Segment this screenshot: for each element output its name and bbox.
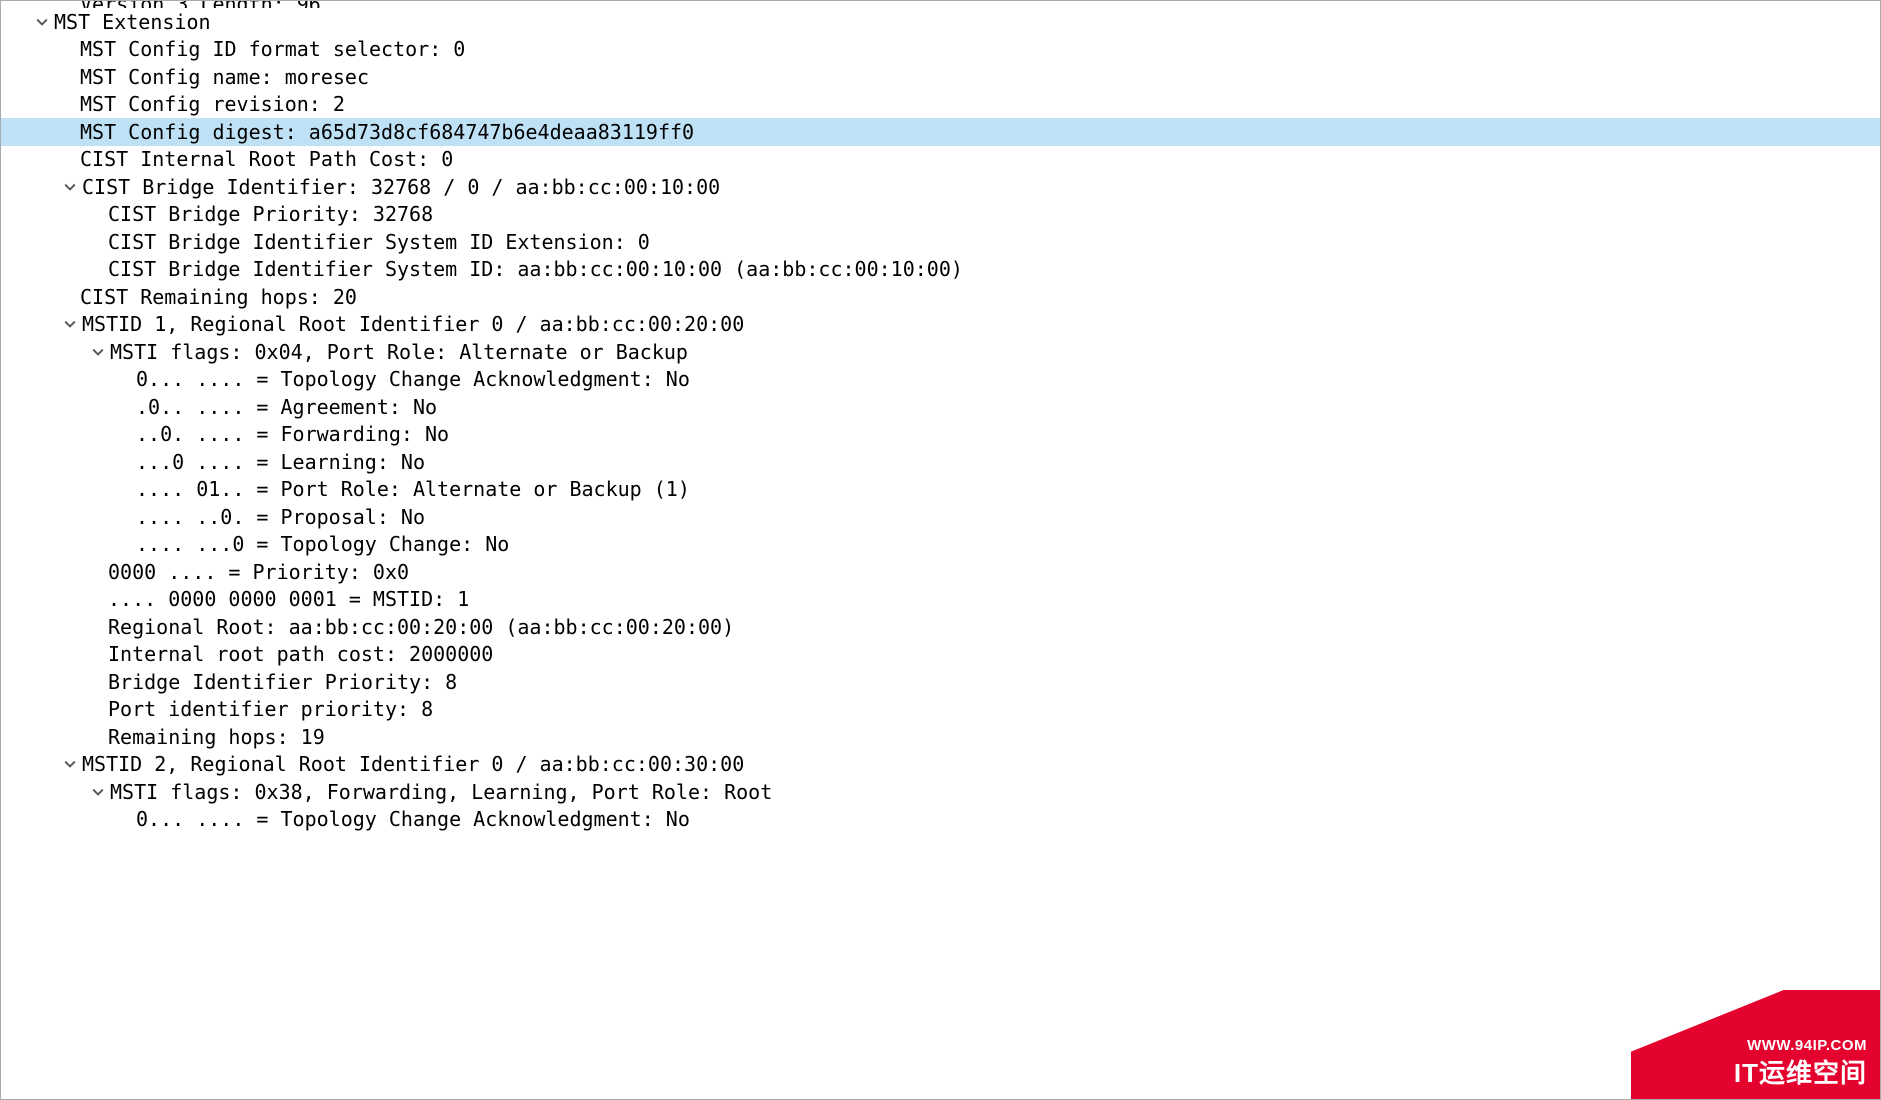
field-text: .... ..0. = Proposal: No bbox=[136, 505, 425, 529]
tree-field[interactable]: Version 3 Length: 96 bbox=[0, 0, 1881, 8]
tree-field-selected[interactable]: MST Config digest: a65d73d8cf684747b6e4d… bbox=[0, 118, 1881, 146]
chevron-down-icon[interactable] bbox=[90, 786, 106, 798]
field-text: ..0. .... = Forwarding: No bbox=[136, 422, 449, 446]
packet-details-tree: Version 3 Length: 96 MST Extension MST C… bbox=[0, 0, 1881, 1100]
field-text: ...0 .... = Learning: No bbox=[136, 450, 425, 474]
tree-field[interactable]: MST Config revision: 2 bbox=[0, 91, 1881, 119]
tree-field[interactable]: Internal root path cost: 2000000 bbox=[0, 641, 1881, 669]
field-text: 0000 .... = Priority: 0x0 bbox=[108, 560, 409, 584]
field-text: MSTID 2, Regional Root Identifier 0 / aa… bbox=[82, 752, 744, 776]
field-text: 0... .... = Topology Change Acknowledgme… bbox=[136, 367, 690, 391]
field-text: Port identifier priority: 8 bbox=[108, 697, 433, 721]
tree-field[interactable]: CIST Bridge Identifier System ID Extensi… bbox=[0, 228, 1881, 256]
tree-field[interactable]: MST Config name: moresec bbox=[0, 63, 1881, 91]
tree-field[interactable]: .0.. .... = Agreement: No bbox=[0, 393, 1881, 421]
chevron-down-icon[interactable] bbox=[90, 346, 106, 358]
field-text: .... ...0 = Topology Change: No bbox=[136, 532, 509, 556]
tree-node-mst-extension[interactable]: MST Extension bbox=[0, 8, 1881, 36]
field-text: MSTI flags: 0x38, Forwarding, Learning, … bbox=[110, 780, 772, 804]
tree-field[interactable]: .... ...0 = Topology Change: No bbox=[0, 531, 1881, 559]
tree-field[interactable]: 0000 .... = Priority: 0x0 bbox=[0, 558, 1881, 586]
tree-field[interactable]: .... ..0. = Proposal: No bbox=[0, 503, 1881, 531]
field-text: .... 01.. = Port Role: Alternate or Back… bbox=[136, 477, 690, 501]
field-text: MST Config ID format selector: 0 bbox=[80, 37, 465, 61]
field-text: CIST Bridge Identifier System ID: aa:bb:… bbox=[108, 257, 963, 281]
tree-field[interactable]: Regional Root: aa:bb:cc:00:20:00 (aa:bb:… bbox=[0, 613, 1881, 641]
tree-field[interactable]: .... 01.. = Port Role: Alternate or Back… bbox=[0, 476, 1881, 504]
watermark-url: WWW.94IP.COM bbox=[1747, 1037, 1867, 1054]
watermark-badge: WWW.94IP.COM IT运维空间 bbox=[1631, 990, 1881, 1100]
field-text: MST Config digest: a65d73d8cf684747b6e4d… bbox=[80, 120, 694, 144]
field-text: MST Config name: moresec bbox=[80, 65, 369, 89]
field-text: Regional Root: aa:bb:cc:00:20:00 (aa:bb:… bbox=[108, 615, 734, 639]
chevron-down-icon[interactable] bbox=[34, 16, 50, 28]
field-text: CIST Bridge Priority: 32768 bbox=[108, 202, 433, 226]
field-text: Internal root path cost: 2000000 bbox=[108, 642, 493, 666]
tree-field[interactable]: 0... .... = Topology Change Acknowledgme… bbox=[0, 806, 1881, 834]
tree-field[interactable]: ..0. .... = Forwarding: No bbox=[0, 421, 1881, 449]
tree-node-mstid-1[interactable]: MSTID 1, Regional Root Identifier 0 / aa… bbox=[0, 311, 1881, 339]
tree-field[interactable]: MST Config ID format selector: 0 bbox=[0, 36, 1881, 64]
tree-node-mstid-2[interactable]: MSTID 2, Regional Root Identifier 0 / aa… bbox=[0, 751, 1881, 779]
tree-node-msti-flags-1[interactable]: MSTI flags: 0x04, Port Role: Alternate o… bbox=[0, 338, 1881, 366]
tree-field[interactable]: CIST Bridge Priority: 32768 bbox=[0, 201, 1881, 229]
field-text: Version 3 Length: 96 bbox=[80, 0, 321, 8]
tree-field[interactable]: CIST Bridge Identifier System ID: aa:bb:… bbox=[0, 256, 1881, 284]
tree-field[interactable]: .... 0000 0000 0001 = MSTID: 1 bbox=[0, 586, 1881, 614]
tree-field[interactable]: Remaining hops: 19 bbox=[0, 723, 1881, 751]
chevron-down-icon[interactable] bbox=[62, 758, 78, 770]
tree-field[interactable]: 0... .... = Topology Change Acknowledgme… bbox=[0, 366, 1881, 394]
tree-field[interactable]: CIST Internal Root Path Cost: 0 bbox=[0, 146, 1881, 174]
watermark-brand: IT运维空间 bbox=[1734, 1053, 1867, 1090]
chevron-down-icon[interactable] bbox=[62, 318, 78, 330]
tree-field[interactable]: ...0 .... = Learning: No bbox=[0, 448, 1881, 476]
field-text: .0.. .... = Agreement: No bbox=[136, 395, 437, 419]
tree-field[interactable]: Port identifier priority: 8 bbox=[0, 696, 1881, 724]
tree-node-msti-flags-2[interactable]: MSTI flags: 0x38, Forwarding, Learning, … bbox=[0, 778, 1881, 806]
field-text: CIST Bridge Identifier: 32768 / 0 / aa:b… bbox=[82, 175, 720, 199]
field-text: MSTI flags: 0x04, Port Role: Alternate o… bbox=[110, 340, 688, 364]
tree-node-cist-bridge-id[interactable]: CIST Bridge Identifier: 32768 / 0 / aa:b… bbox=[0, 173, 1881, 201]
tree-field[interactable]: CIST Remaining hops: 20 bbox=[0, 283, 1881, 311]
field-text: CIST Remaining hops: 20 bbox=[80, 285, 357, 309]
field-text: 0... .... = Topology Change Acknowledgme… bbox=[136, 807, 690, 831]
field-text: MST Extension bbox=[54, 10, 211, 34]
field-text: CIST Internal Root Path Cost: 0 bbox=[80, 147, 453, 171]
field-text: MSTID 1, Regional Root Identifier 0 / aa… bbox=[82, 312, 744, 336]
chevron-down-icon[interactable] bbox=[62, 181, 78, 193]
field-text: Bridge Identifier Priority: 8 bbox=[108, 670, 457, 694]
field-text: CIST Bridge Identifier System ID Extensi… bbox=[108, 230, 650, 254]
field-text: .... 0000 0000 0001 = MSTID: 1 bbox=[108, 587, 469, 611]
field-text: MST Config revision: 2 bbox=[80, 92, 345, 116]
tree-field[interactable]: Bridge Identifier Priority: 8 bbox=[0, 668, 1881, 696]
field-text: Remaining hops: 19 bbox=[108, 725, 325, 749]
